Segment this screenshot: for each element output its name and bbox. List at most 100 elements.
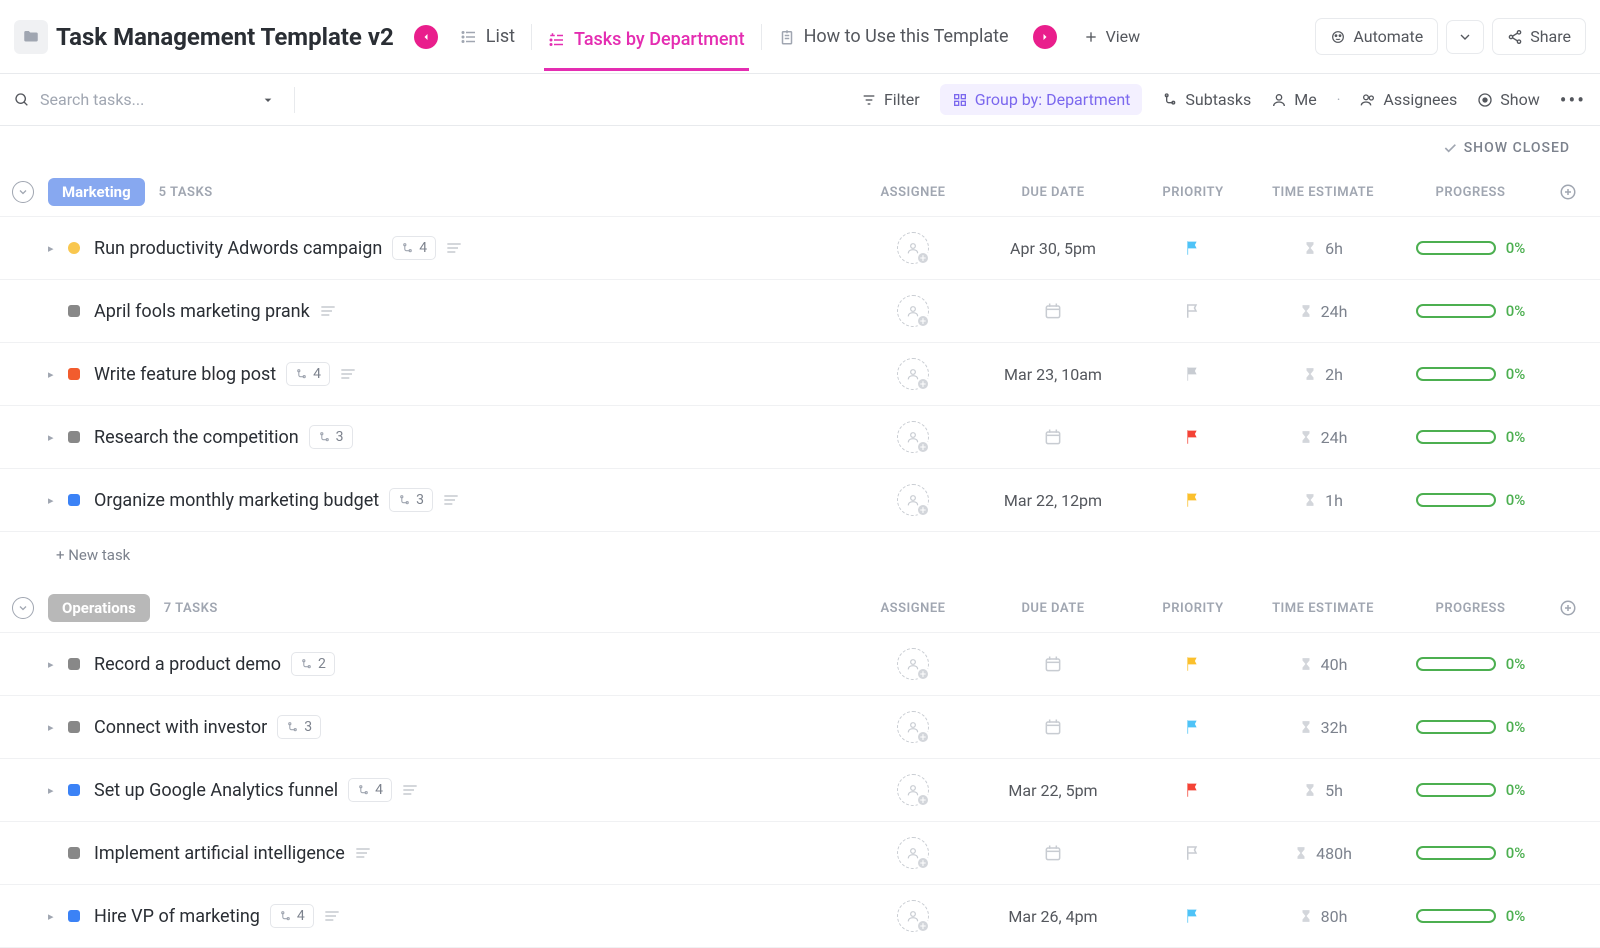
group-badge[interactable]: Marketing [48, 178, 145, 206]
assignee-cell[interactable]: + [853, 295, 973, 327]
description-icon[interactable] [402, 784, 418, 796]
time-estimate-cell[interactable]: 1h [1253, 491, 1393, 510]
description-icon[interactable] [340, 368, 356, 380]
task-row[interactable]: ▸Organize monthly marketing budget3+Mar … [0, 468, 1600, 532]
priority-cell[interactable] [1133, 781, 1253, 799]
task-name[interactable]: Connect with investor [94, 717, 267, 738]
description-icon[interactable] [320, 305, 336, 317]
tab-how-to-use[interactable]: How to Use this Template [774, 20, 1013, 53]
description-icon[interactable] [446, 242, 462, 254]
expand-icon[interactable]: ▸ [48, 910, 60, 923]
share-button[interactable]: Share [1492, 18, 1586, 55]
description-icon[interactable] [355, 847, 371, 859]
subtask-count-chip[interactable]: 2 [291, 652, 335, 676]
progress-cell[interactable]: 0% [1393, 907, 1548, 925]
task-row[interactable]: ▸Record a product demo2+40h0% [0, 632, 1600, 695]
collapse-group-button[interactable] [12, 181, 34, 203]
assignee-cell[interactable]: + [853, 421, 973, 453]
expand-icon[interactable]: ▸ [48, 721, 60, 734]
priority-cell[interactable] [1133, 365, 1253, 383]
time-estimate-cell[interactable]: 80h [1253, 907, 1393, 926]
expand-icon[interactable]: ▸ [48, 784, 60, 797]
assignee-placeholder[interactable]: + [897, 711, 929, 743]
folder-icon[interactable] [14, 20, 48, 54]
task-name[interactable]: Implement artificial intelligence [94, 843, 345, 864]
time-estimate-cell[interactable]: 2h [1253, 365, 1393, 384]
chevron-down-icon[interactable] [260, 92, 276, 108]
time-estimate-cell[interactable]: 24h [1253, 428, 1393, 447]
task-row[interactable]: ▸Connect with investor3+32h0% [0, 695, 1600, 758]
assignee-cell[interactable]: + [853, 711, 973, 743]
task-name[interactable]: Set up Google Analytics funnel [94, 780, 338, 801]
due-date-cell[interactable]: Mar 22, 12pm [973, 491, 1133, 510]
task-name[interactable]: Hire VP of marketing [94, 906, 260, 927]
priority-cell[interactable] [1133, 907, 1253, 925]
expand-icon[interactable]: ▸ [48, 494, 60, 507]
assignee-placeholder[interactable]: + [897, 358, 929, 390]
show-chip[interactable]: Show [1477, 90, 1539, 109]
assignee-cell[interactable]: + [853, 648, 973, 680]
col-assignee[interactable]: ASSIGNEE [853, 601, 973, 616]
group-by-chip[interactable]: Group by: Department [940, 84, 1143, 115]
assignee-placeholder[interactable]: + [897, 837, 929, 869]
assignee-placeholder[interactable]: + [897, 232, 929, 264]
expand-icon[interactable]: ▸ [48, 242, 60, 255]
progress-cell[interactable]: 0% [1393, 428, 1548, 446]
due-date-cell[interactable] [973, 843, 1133, 863]
assignees-chip[interactable]: Assignees [1360, 90, 1457, 109]
task-name[interactable]: Research the competition [94, 427, 299, 448]
subtask-count-chip[interactable]: 4 [392, 236, 436, 260]
expand-icon[interactable]: ▸ [48, 368, 60, 381]
expand-icon[interactable]: ▸ [48, 658, 60, 671]
assignee-cell[interactable]: + [853, 837, 973, 869]
more-icon[interactable]: ••• [1560, 88, 1586, 112]
me-chip[interactable]: Me [1271, 90, 1316, 109]
expand-icon[interactable]: ▸ [48, 431, 60, 444]
status-indicator[interactable] [68, 242, 80, 254]
assignee-cell[interactable]: + [853, 232, 973, 264]
subtask-count-chip[interactable]: 3 [277, 715, 321, 739]
col-priority[interactable]: PRIORITY [1133, 185, 1253, 200]
progress-cell[interactable]: 0% [1393, 302, 1548, 320]
status-indicator[interactable] [68, 910, 80, 922]
assignee-cell[interactable]: + [853, 900, 973, 932]
automate-dropdown[interactable] [1446, 20, 1484, 54]
task-name[interactable]: Run productivity Adwords campaign [94, 238, 382, 259]
task-row[interactable]: Implement artificial intelligence+480h0% [0, 821, 1600, 884]
assignee-placeholder[interactable]: + [897, 648, 929, 680]
subtask-count-chip[interactable]: 4 [286, 362, 330, 386]
add-column-button[interactable] [1548, 599, 1588, 617]
status-indicator[interactable] [68, 494, 80, 506]
progress-cell[interactable]: 0% [1393, 781, 1548, 799]
assignee-placeholder[interactable]: + [897, 421, 929, 453]
collapse-group-button[interactable] [12, 597, 34, 619]
progress-cell[interactable]: 0% [1393, 844, 1548, 862]
col-time-estimate[interactable]: TIME ESTIMATE [1253, 601, 1393, 616]
task-name[interactable]: Organize monthly marketing budget [94, 490, 379, 511]
col-due-date[interactable]: DUE DATE [973, 185, 1133, 200]
priority-cell[interactable] [1133, 655, 1253, 673]
status-indicator[interactable] [68, 368, 80, 380]
priority-cell[interactable] [1133, 718, 1253, 736]
task-name[interactable]: Record a product demo [94, 654, 281, 675]
priority-cell[interactable] [1133, 428, 1253, 446]
show-closed-toggle[interactable]: SHOW CLOSED [1442, 140, 1570, 156]
time-estimate-cell[interactable]: 24h [1253, 302, 1393, 321]
automate-button[interactable]: Automate [1315, 18, 1438, 55]
progress-cell[interactable]: 0% [1393, 239, 1548, 257]
progress-cell[interactable]: 0% [1393, 655, 1548, 673]
due-date-cell[interactable] [973, 717, 1133, 737]
new-task-button[interactable]: + New task [0, 532, 1600, 578]
group-badge[interactable]: Operations [48, 594, 150, 622]
status-indicator[interactable] [68, 847, 80, 859]
add-column-button[interactable] [1548, 183, 1588, 201]
col-time-estimate[interactable]: TIME ESTIMATE [1253, 185, 1393, 200]
col-due-date[interactable]: DUE DATE [973, 601, 1133, 616]
due-date-cell[interactable]: Mar 23, 10am [973, 365, 1133, 384]
due-date-cell[interactable] [973, 427, 1133, 447]
page-title[interactable]: Task Management Template v2 [56, 23, 394, 51]
status-indicator[interactable] [68, 658, 80, 670]
subtask-count-chip[interactable]: 3 [309, 425, 353, 449]
assignee-placeholder[interactable]: + [897, 900, 929, 932]
subtask-count-chip[interactable]: 4 [270, 904, 314, 928]
